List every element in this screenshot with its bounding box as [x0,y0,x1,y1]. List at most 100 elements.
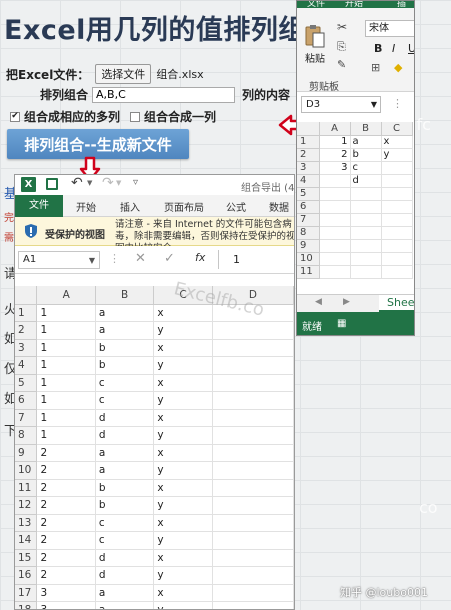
cell[interactable] [319,252,351,266]
row-header[interactable]: 1 [15,304,38,322]
row-header[interactable]: 10 [15,461,38,480]
cell[interactable]: d [95,549,155,567]
cell[interactable]: a [95,584,155,602]
cell[interactable]: y [153,601,213,609]
cell[interactable]: 1 [36,409,96,427]
cell[interactable]: 1 [36,321,96,340]
cell[interactable] [381,213,413,227]
cell[interactable]: a [95,601,155,609]
cell[interactable]: x [381,135,413,149]
tab-insert[interactable]: 插入 [120,199,140,214]
tab-data[interactable]: 数据 [269,199,289,214]
cell[interactable] [319,200,351,214]
cell[interactable]: 1 [36,356,96,375]
cell[interactable] [381,200,413,214]
cell[interactable] [212,549,294,567]
combo-columns-input[interactable] [92,86,236,103]
cell[interactable] [319,239,351,253]
cell[interactable] [212,339,294,357]
chevron-down-icon[interactable]: ▼ [371,97,377,112]
cell[interactable]: 2 [319,148,351,162]
cell[interactable]: y [153,461,213,480]
bold-button[interactable]: B [374,42,382,55]
cell[interactable] [381,239,413,253]
cell[interactable]: b [95,479,155,497]
cell[interactable] [350,187,382,201]
cell[interactable]: c [95,531,155,550]
underline-button[interactable]: U [408,42,414,55]
cell[interactable] [319,187,351,201]
column-header[interactable]: A [319,122,351,136]
row-header[interactable]: 6 [15,391,38,410]
corner-cell[interactable] [297,122,320,136]
cell[interactable]: x [153,549,213,567]
column-header[interactable]: C [381,122,413,136]
row-header[interactable]: 5 [297,187,320,201]
sheet-tab[interactable]: Sheet [379,295,414,312]
row-header[interactable]: 7 [15,409,38,427]
row-header[interactable]: 14 [15,531,38,550]
cell[interactable]: x [153,374,213,392]
cell[interactable]: x [153,444,213,462]
option-single-column-label[interactable]: 组合合成一列 [144,108,216,125]
row-header[interactable]: 13 [15,514,38,532]
row-header[interactable]: 11 [297,265,320,279]
cell[interactable]: 2 [36,566,96,585]
cell[interactable]: 3 [36,601,96,609]
column-header[interactable]: B [95,286,155,305]
format-painter-icon[interactable]: ✎ [337,58,346,71]
cell[interactable] [212,566,294,585]
chevron-down-icon[interactable]: ▼ [87,179,92,187]
option-single-column-checkbox[interactable] [130,111,141,122]
cancel-icon[interactable]: ✕ [135,251,146,266]
cell[interactable]: 1 [319,135,351,149]
row-header[interactable]: 7 [297,213,320,227]
cell[interactable] [212,391,294,410]
cell[interactable]: y [153,496,213,515]
cell[interactable] [381,226,413,240]
cell[interactable]: c [95,514,155,532]
cell[interactable]: 1 [36,426,96,445]
cell[interactable]: x [153,339,213,357]
next-sheet-icon[interactable]: ▶ [343,297,350,307]
cell[interactable]: b [95,339,155,357]
tab-file[interactable]: 文件 [15,195,63,217]
row-header[interactable]: 4 [297,174,320,188]
cell[interactable]: 1 [36,304,96,322]
cell[interactable]: 2 [36,531,96,550]
cell[interactable] [212,496,294,515]
cell[interactable]: x [153,479,213,497]
row-header[interactable]: 1 [297,135,320,149]
cell[interactable] [350,252,382,266]
font-name-select[interactable]: 宋体 [365,20,414,37]
customize-toolbar-icon[interactable]: ▿ [133,177,138,188]
cell[interactable] [381,174,413,188]
cell[interactable] [350,239,382,253]
option-multi-column-label[interactable]: 组合成相应的多列 [24,108,120,125]
cell[interactable] [212,479,294,497]
cell[interactable]: 3 [36,584,96,602]
cell[interactable]: d [350,174,382,188]
cell[interactable]: y [153,356,213,375]
cell[interactable] [381,265,413,279]
row-header[interactable]: 6 [297,200,320,214]
cell[interactable] [319,174,351,188]
cell[interactable]: 2 [36,496,96,515]
italic-button[interactable]: I [392,42,395,55]
row-header[interactable]: 18 [15,601,38,609]
cell[interactable]: a [95,321,155,340]
row-header[interactable]: 8 [15,426,38,445]
cell[interactable]: 2 [36,461,96,480]
choose-file-button[interactable]: 选择文件 [95,64,152,84]
chevron-down-icon[interactable]: ▼ [89,253,95,269]
row-header[interactable]: 15 [15,549,38,567]
page-layout-icon[interactable]: ▦ [337,318,346,329]
fill-color-icon[interactable]: ◆ [394,61,402,74]
cell[interactable]: b [350,148,382,162]
cell[interactable]: x [153,584,213,602]
row-header[interactable]: 4 [15,356,38,375]
cell[interactable]: a [95,304,155,322]
cell[interactable]: 3 [319,161,351,175]
row-header[interactable]: 16 [15,566,38,585]
cell[interactable]: d [95,426,155,445]
